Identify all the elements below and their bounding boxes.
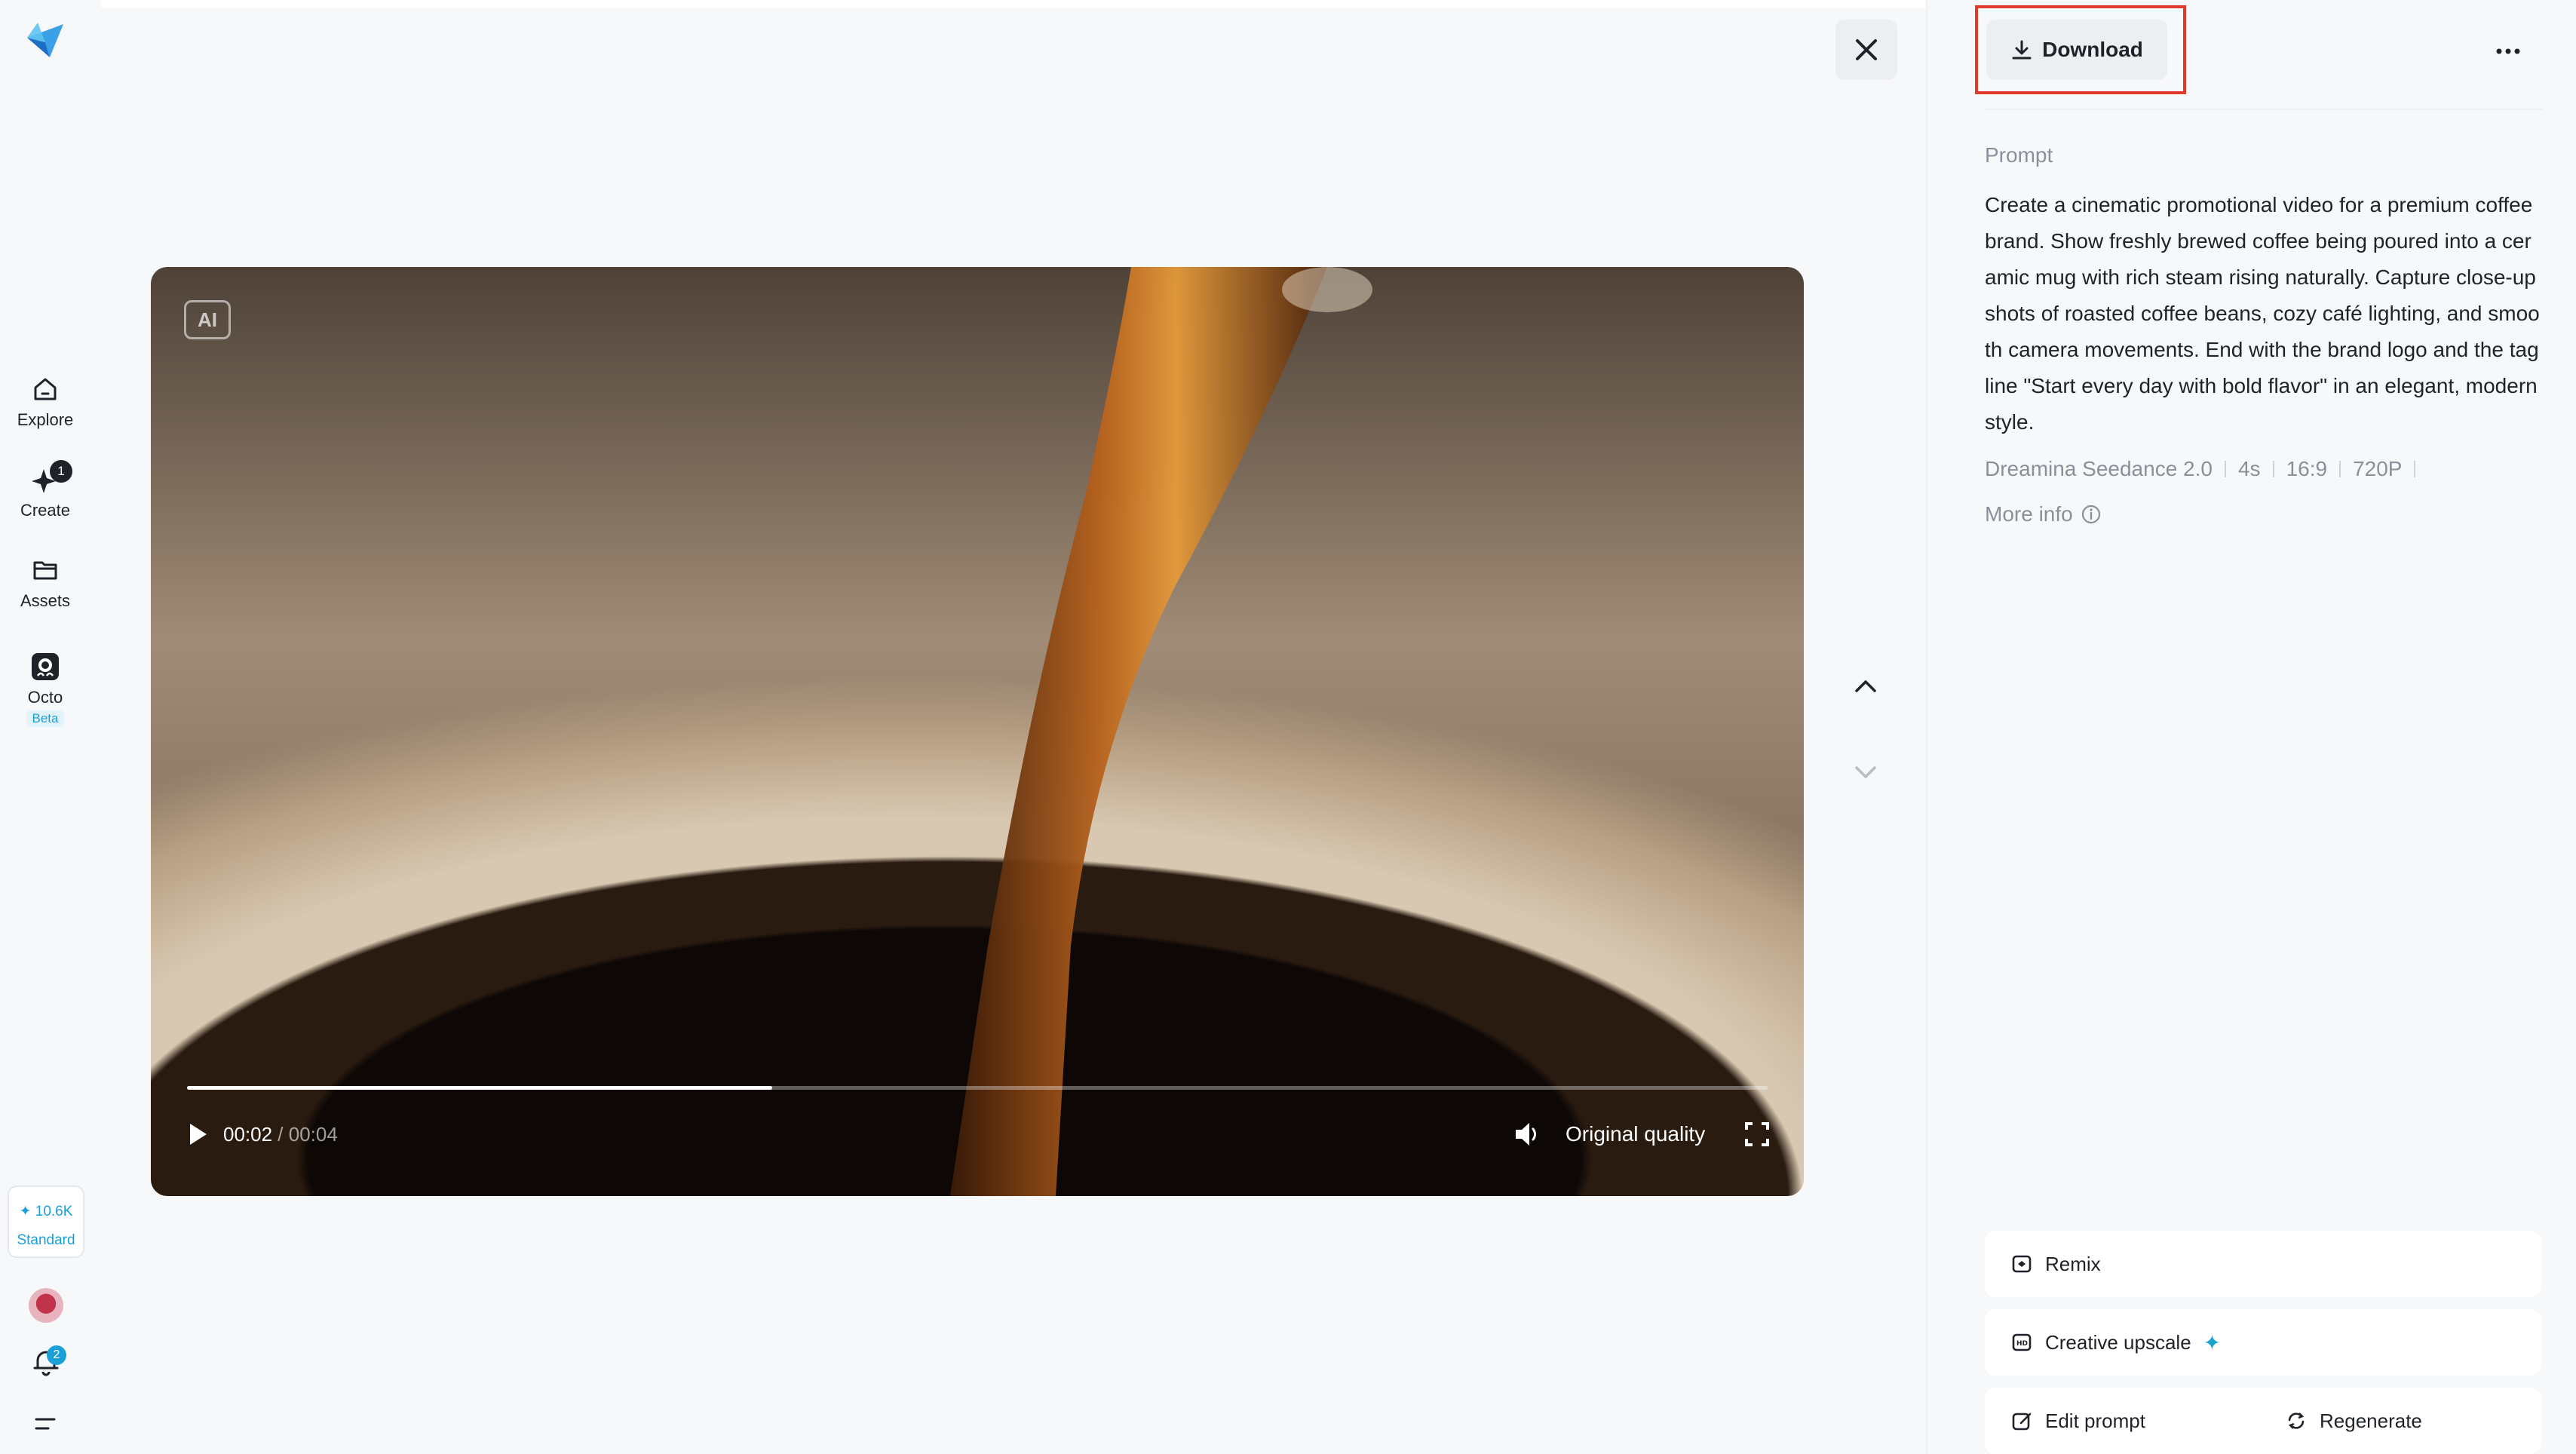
current-time: 00:02 [223,1123,273,1146]
nav-item-assets[interactable]: Assets [0,554,90,611]
meta-aspect-ratio: 16:9 [2286,457,2328,480]
nav-item-octo[interactable]: Octo Beta [0,650,90,727]
svg-text:HD: HD [2016,1340,2028,1348]
download-button[interactable]: Download [1986,20,2167,80]
meta-divider [2272,461,2274,477]
quality-selector[interactable]: Original quality [1566,1122,1705,1146]
ai-generated-tag: AI [184,300,231,339]
plan-name: Standard [17,1232,75,1248]
video-progress-fill [187,1086,772,1090]
credits-box[interactable]: ✦ 10.6K Standard [8,1186,84,1258]
bottom-actions-row: Edit prompt Regenerate [1985,1388,2541,1454]
regenerate-icon [2288,1413,2305,1429]
folder-icon [33,561,57,580]
meta-divider [2414,461,2416,477]
app-logo-icon[interactable] [23,17,68,62]
edit-prompt-label: Edit prompt [2045,1409,2145,1432]
remix-label: Remix [2045,1252,2101,1275]
time-separator: / [272,1123,289,1146]
nav-label-create: Create [20,501,71,520]
generation-meta: Dreamina Seedance 2.0 4s 16:9 720P [1985,456,2427,483]
video-player[interactable]: AI 00:02 / 00:04 Original quality [151,267,1804,1196]
edit-prompt-button[interactable]: Edit prompt [2010,1388,2145,1454]
meta-model: Dreamina Seedance 2.0 [1985,457,2213,480]
regenerate-button[interactable]: Regenerate [2285,1388,2422,1454]
menu-icon[interactable] [33,1412,57,1436]
upscale-hd-icon: HD [2012,1333,2032,1351]
credits-amount: 10.6K [35,1204,73,1219]
fullscreen-icon[interactable] [1743,1121,1771,1148]
meta-resolution: 720P [2353,457,2403,480]
beta-tag: Beta [26,710,65,727]
avatar[interactable] [29,1288,63,1323]
volume-icon[interactable] [1513,1119,1543,1149]
nav-label-octo: Octo [27,688,63,707]
creative-upscale-label: Creative upscale [2045,1330,2191,1354]
video-progress-bar[interactable] [187,1086,1768,1090]
edit-icon [2012,1413,2032,1431]
more-info-link[interactable]: More info [1985,501,2102,528]
credit-star-icon: ✦ [19,1204,32,1219]
panel-separator [1985,109,2543,110]
octo-icon [32,653,59,680]
nav-label-explore: Explore [17,410,74,429]
top-strip [101,0,1926,8]
notification-badge: 2 [47,1345,66,1365]
panel-divider [1926,0,1927,1454]
nav-item-explore[interactable]: Explore [0,373,90,430]
meta-divider [2224,461,2226,477]
left-nav-rail: Explore 1 Create Assets Octo Beta ✦ 10.6… [0,0,90,1454]
prompt-text: Create a cinematic promotional video for… [1985,193,2540,434]
credits-amount-row: ✦ 10.6K [9,1198,83,1226]
more-options-icon[interactable] [2493,36,2523,66]
info-icon [2081,505,2100,524]
close-button[interactable] [1835,20,1897,80]
creative-upscale-button[interactable]: HD Creative upscale ✦ [1985,1309,2541,1376]
meta-duration: 4s [2237,457,2261,480]
download-label: Download [2042,38,2143,61]
regenerate-label: Regenerate [2320,1409,2422,1432]
meta-divider [2339,461,2341,477]
previous-chevron-up-icon[interactable] [1852,673,1879,700]
next-chevron-down-icon[interactable] [1852,759,1879,786]
duration: 00:04 [288,1123,338,1146]
home-icon [34,378,57,400]
nav-item-create[interactable]: 1 Create [0,460,90,520]
create-count-badge: 1 [50,460,72,483]
prompt-label: Prompt [1985,143,2053,167]
download-icon [2012,40,2032,60]
remix-icon [2012,1255,2032,1273]
video-time: 00:02 / 00:04 [223,1122,338,1146]
close-icon [1856,39,1877,60]
video-frame [950,267,1372,1196]
remix-button[interactable]: Remix [1985,1231,2541,1297]
nav-label-assets: Assets [20,591,71,610]
more-info-label: More info [1985,502,2073,526]
sparkle-icon: ✦ [2203,1330,2222,1354]
play-icon[interactable] [184,1121,211,1148]
